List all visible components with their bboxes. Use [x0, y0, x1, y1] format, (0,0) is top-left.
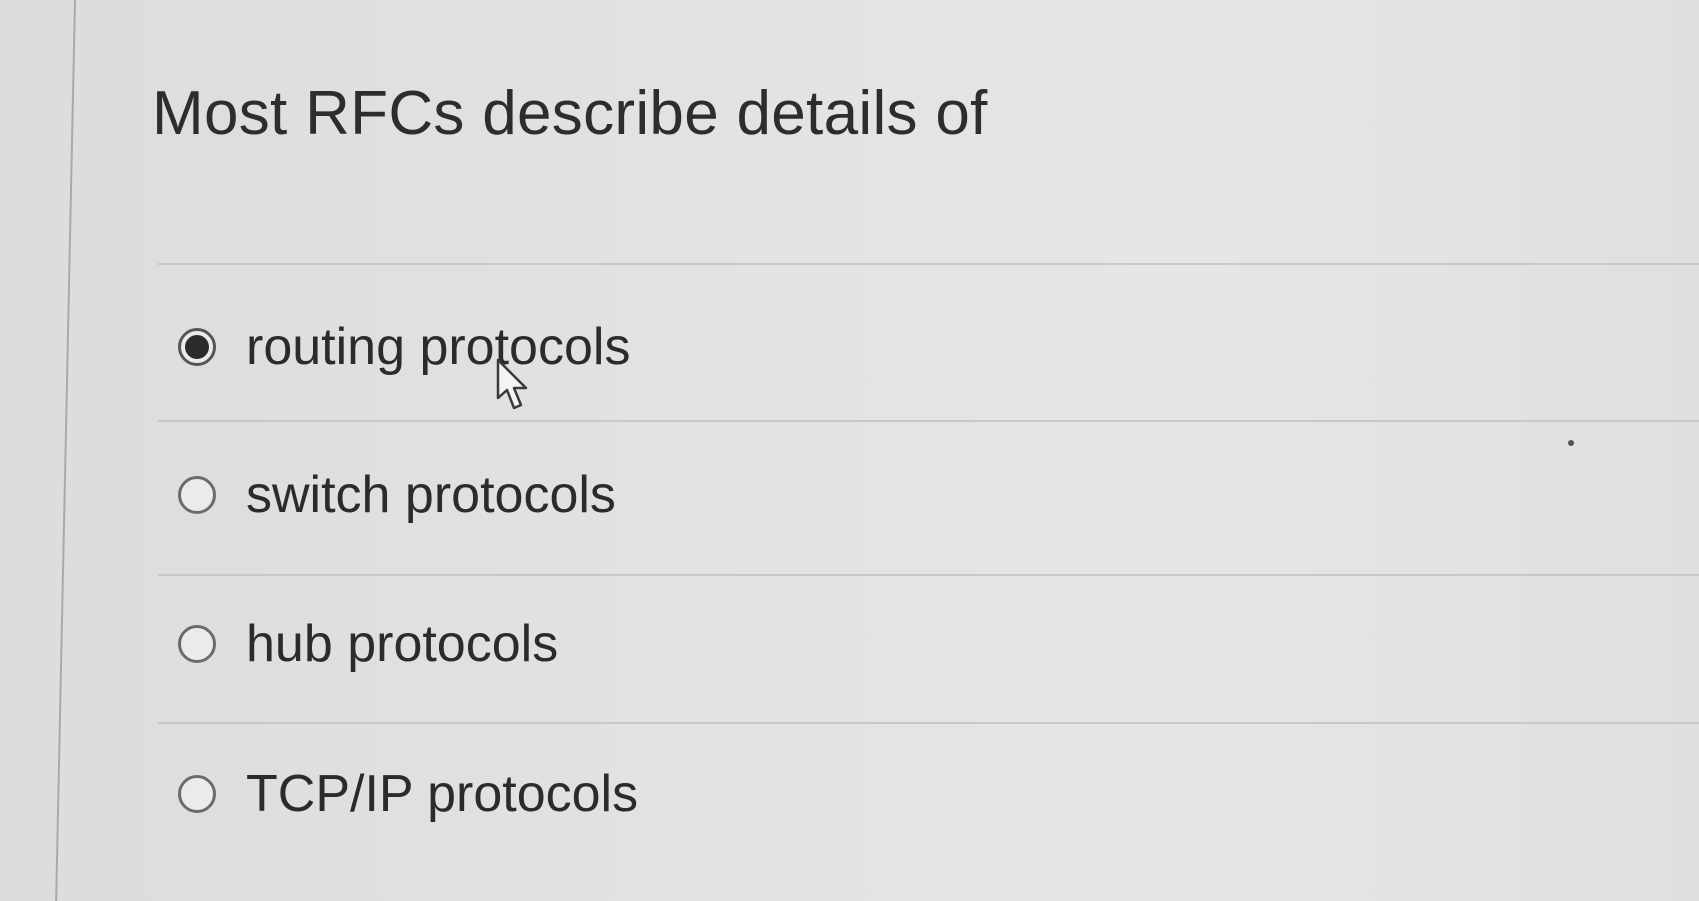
option-label: routing protocols [246, 318, 631, 376]
left-border-line [55, 0, 76, 901]
screen-speck [1568, 440, 1574, 446]
radio-unselected-icon[interactable] [178, 476, 216, 514]
option-label: switch protocols [246, 466, 616, 524]
quiz-screen: Most RFCs describe details of routing pr… [0, 0, 1699, 901]
question-text: Most RFCs describe details of [152, 79, 988, 148]
radio-unselected-icon[interactable] [178, 625, 216, 663]
option-label: hub protocols [246, 615, 559, 673]
option-hub-protocols[interactable]: hub protocols [178, 614, 558, 674]
divider [158, 263, 1699, 265]
radio-unselected-icon[interactable] [178, 775, 216, 813]
option-switch-protocols[interactable]: switch protocols [178, 465, 616, 525]
option-routing-protocols[interactable]: routing protocols [178, 317, 630, 377]
radio-dot [185, 335, 209, 359]
option-label: TCP/IP protocols [246, 765, 639, 823]
divider [158, 420, 1699, 422]
option-tcpip-protocols[interactable]: TCP/IP protocols [178, 764, 638, 824]
radio-selected-icon[interactable] [178, 328, 216, 366]
divider [158, 574, 1699, 576]
arrow-pointer-icon [496, 358, 528, 410]
divider [158, 722, 1699, 724]
